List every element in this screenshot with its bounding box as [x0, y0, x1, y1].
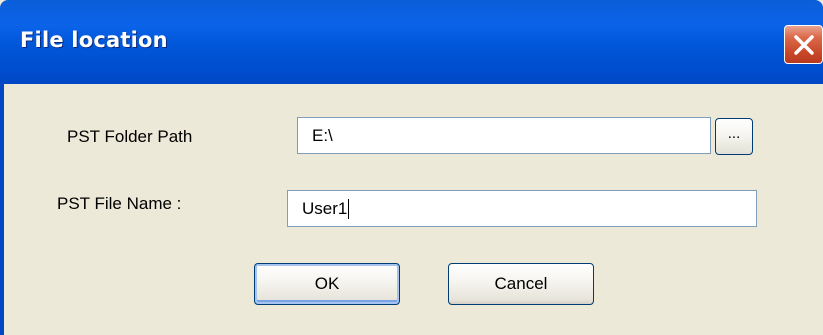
ok-button[interactable]: OK: [254, 263, 400, 305]
file-name-label: PST File Name :: [57, 194, 182, 213]
window-left-border: [0, 84, 4, 335]
file-name-value: User1: [302, 199, 348, 218]
close-icon: [794, 35, 814, 55]
title-bar[interactable]: File location: [0, 0, 823, 84]
file-name-input[interactable]: User1: [287, 190, 757, 227]
folder-path-value: E:\: [312, 126, 333, 145]
cancel-button[interactable]: Cancel: [448, 263, 594, 305]
file-location-dialog: File location PST Folder Path E:\ ... PS…: [0, 0, 823, 335]
dialog-title: File location: [20, 28, 168, 52]
folder-path-input[interactable]: E:\: [297, 117, 711, 154]
folder-path-label: PST Folder Path: [67, 127, 193, 146]
close-button[interactable]: [784, 25, 823, 64]
text-cursor: [348, 198, 350, 219]
browse-button[interactable]: ...: [715, 118, 753, 155]
